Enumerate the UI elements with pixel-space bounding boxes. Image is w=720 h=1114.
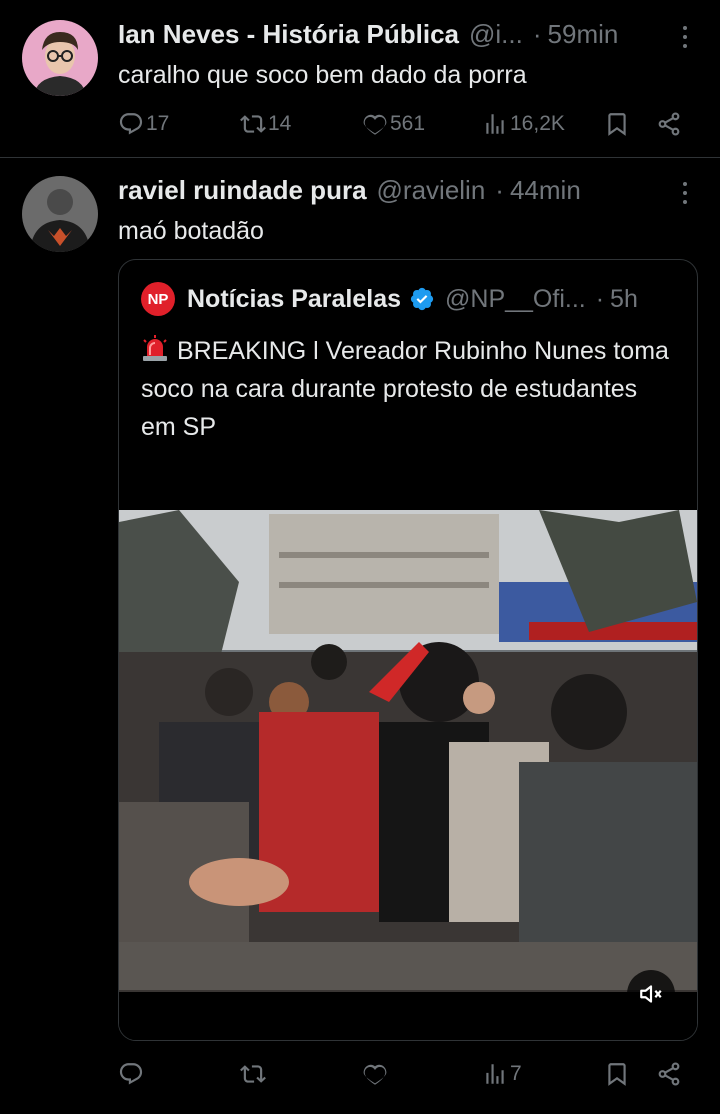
- views-button[interactable]: 7: [482, 1056, 522, 1092]
- quote-author-handle[interactable]: @NP__Ofi...: [445, 285, 586, 314]
- like-button[interactable]: 561: [362, 106, 425, 142]
- like-icon: [362, 111, 388, 137]
- separator-dot: ·: [595, 284, 605, 313]
- siren-icon: [143, 335, 167, 361]
- quoted-tweet[interactable]: NP Notícias Paralelas @NP__Ofi... · 5h B…: [118, 259, 698, 1041]
- separator-dot: ·: [532, 18, 542, 49]
- share-button[interactable]: [656, 1056, 682, 1092]
- verified-icon: [410, 287, 434, 311]
- retweet-button[interactable]: 14: [240, 106, 291, 142]
- share-button[interactable]: [656, 106, 682, 142]
- like-icon: [362, 1061, 388, 1087]
- bookmark-icon: [604, 1061, 630, 1087]
- mute-button[interactable]: [627, 970, 675, 1018]
- views-icon: [482, 111, 508, 137]
- quote-text-content: BREAKING l Vereador Rubinho Nunes toma s…: [141, 337, 669, 441]
- quote-text: BREAKING l Vereador Rubinho Nunes toma s…: [141, 332, 675, 446]
- bookmark-button[interactable]: [604, 1056, 630, 1092]
- video-frame: [119, 462, 697, 1040]
- retweet-icon: [240, 1061, 266, 1087]
- tweet-text: maó botadão: [118, 217, 264, 245]
- mute-icon: [640, 985, 662, 1003]
- bookmark-icon: [604, 111, 630, 137]
- separator-dot: ·: [495, 174, 504, 205]
- views-button[interactable]: 16,2K: [482, 106, 565, 142]
- more-icon[interactable]: [680, 22, 690, 52]
- reply-button[interactable]: 17: [118, 106, 169, 142]
- like-button[interactable]: [362, 1056, 390, 1092]
- reply-button[interactable]: [118, 1056, 146, 1092]
- share-icon: [656, 1061, 682, 1087]
- avatar[interactable]: [22, 20, 98, 96]
- tweet[interactable]: Ian Neves - História Pública @i... · 59m…: [0, 0, 720, 158]
- author-handle[interactable]: @i...: [469, 19, 523, 50]
- avatar[interactable]: [22, 176, 98, 252]
- author-name[interactable]: raviel ruindade pura: [118, 175, 367, 206]
- like-count: 561: [390, 112, 426, 135]
- np-logo[interactable]: NP: [141, 282, 175, 316]
- tweet-header: raviel ruindade pura @ravielin · 44min: [118, 173, 670, 207]
- views-count: 7: [510, 1062, 522, 1085]
- share-icon: [656, 111, 682, 137]
- tweet-text: caralho que soco bem dado da porra: [118, 61, 527, 89]
- tweet-header: Ian Neves - História Pública @i... · 59m…: [118, 17, 670, 51]
- reply-icon: [118, 111, 144, 137]
- views-icon: [482, 1061, 508, 1087]
- quote-timestamp[interactable]: 5h: [610, 285, 638, 314]
- retweet-icon: [240, 111, 266, 137]
- video-player[interactable]: [119, 462, 697, 1040]
- quote-author-name[interactable]: Notícias Paralelas: [187, 285, 401, 314]
- reply-count: 17: [146, 112, 170, 135]
- views-count: 16,2K: [510, 112, 565, 135]
- action-bar: 17 14 561 16,2K: [118, 106, 690, 142]
- retweet-count: 14: [268, 112, 292, 135]
- quote-header: NP Notícias Paralelas @NP__Ofi... · 5h: [141, 282, 675, 316]
- timestamp[interactable]: 44min: [510, 175, 581, 206]
- author-name[interactable]: Ian Neves - História Pública: [118, 19, 459, 50]
- author-handle[interactable]: @ravielin: [377, 175, 486, 206]
- bookmark-button[interactable]: [604, 106, 630, 142]
- more-icon[interactable]: [680, 178, 690, 208]
- timestamp[interactable]: 59min: [548, 19, 619, 50]
- action-bar: 7: [118, 1056, 690, 1092]
- reply-icon: [118, 1061, 144, 1087]
- retweet-button[interactable]: [240, 1056, 268, 1092]
- tweet[interactable]: raviel ruindade pura @ravielin · 44min m…: [0, 158, 720, 1114]
